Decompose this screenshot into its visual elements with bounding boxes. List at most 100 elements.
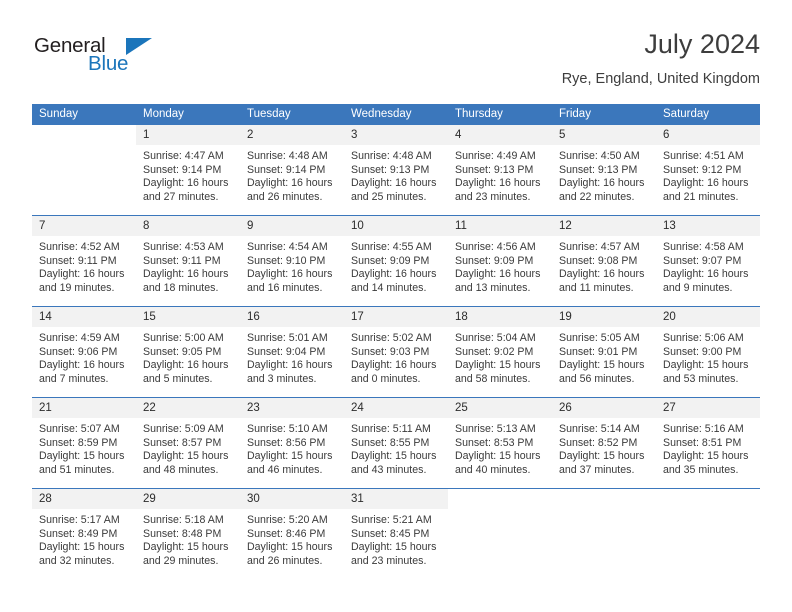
day-detail-line: Sunset: 9:09 PM [455, 254, 534, 267]
day-detail-line: and 9 minutes. [663, 281, 733, 294]
calendar-day-cell[interactable]: 21 Sunrise: 5:07 AM Sunset: 8:59 PM Dayligh… [32, 397, 136, 489]
day-detail-line: Sunrise: 4:58 AM [663, 241, 744, 253]
day-number: 16 [240, 307, 344, 327]
day-detail-line: and 37 minutes. [559, 463, 635, 476]
calendar-page: General Blue July 2024 Rye, England, Uni… [0, 0, 792, 612]
calendar-day-cell-empty [448, 488, 552, 579]
weekday-header-row: Sunday Monday Tuesday Wednesday Thursday Frid… [32, 104, 760, 125]
day-detail-line: and 16 minutes. [247, 281, 323, 294]
day-number: 19 [552, 307, 656, 327]
calendar-day-cell[interactable]: 17 Sunrise: 5:02 AM Sunset: 9:03 PM Dayligh… [344, 306, 448, 398]
calendar-day-cell[interactable]: 28 Sunrise: 5:17 AM Sunset: 8:49 PM Dayligh… [32, 488, 136, 579]
day-detail-line: Sunrise: 4:51 AM [663, 150, 744, 162]
calendar-day-cell[interactable]: 1 Sunrise: 4:47 AM Sunset: 9:14 PM Daylight… [136, 125, 240, 216]
day-detail-line: and 22 minutes. [559, 190, 635, 203]
day-detail-line: Daylight: 15 hours [247, 450, 333, 463]
day-number: 7 [32, 216, 136, 236]
day-detail-line: Daylight: 16 hours [455, 177, 541, 190]
day-number: 22 [136, 398, 240, 418]
day-detail-line: Daylight: 15 hours [39, 541, 125, 554]
calendar-day-cell[interactable]: 30 Sunrise: 5:20 AM Sunset: 8:46 PM Dayligh… [240, 488, 344, 579]
day-detail-line: Daylight: 15 hours [663, 450, 749, 463]
day-detail-line: and 46 minutes. [247, 463, 323, 476]
calendar-day-cell[interactable]: 16 Sunrise: 5:01 AM Sunset: 9:04 PM Dayligh… [240, 306, 344, 398]
calendar-day-cell[interactable]: 10 Sunrise: 4:55 AM Sunset: 9:09 PM Dayligh… [344, 215, 448, 307]
calendar-day-cell[interactable]: 8 Sunrise: 4:53 AM Sunset: 9:11 PM Daylight… [136, 215, 240, 307]
calendar-day-cell-empty [32, 125, 136, 216]
calendar-day-cell[interactable]: 7 Sunrise: 4:52 AM Sunset: 9:11 PM Daylight… [32, 215, 136, 307]
day-detail-line: Daylight: 16 hours [351, 177, 437, 190]
calendar-day-cell[interactable]: 15 Sunrise: 5:00 AM Sunset: 9:05 PM Dayligh… [136, 306, 240, 398]
day-detail-lines: Sunrise: 4:51 AM Sunset: 9:12 PM Daylight:… [656, 145, 760, 204]
calendar-day-cell[interactable]: 13 Sunrise: 4:58 AM Sunset: 9:07 PM Dayligh… [656, 215, 760, 307]
calendar-day-cell-empty [552, 488, 656, 579]
calendar-day-cell[interactable]: 31 Sunrise: 5:21 AM Sunset: 8:45 PM Dayligh… [344, 488, 448, 579]
day-detail-lines [656, 509, 760, 514]
calendar-day-cell[interactable]: 27 Sunrise: 5:16 AM Sunset: 8:51 PM Dayligh… [656, 397, 760, 489]
calendar-day-cell[interactable]: 29 Sunrise: 5:18 AM Sunset: 8:48 PM Dayligh… [136, 488, 240, 579]
calendar-day-cell[interactable]: 6 Sunrise: 4:51 AM Sunset: 9:12 PM Daylight… [656, 125, 760, 216]
day-cell-inner: 21 Sunrise: 5:07 AM Sunset: 8:59 PM Dayligh… [32, 398, 136, 488]
calendar-day-cell[interactable]: 12 Sunrise: 4:57 AM Sunset: 9:08 PM Dayligh… [552, 215, 656, 307]
calendar-day-cell[interactable]: 18 Sunrise: 5:04 AM Sunset: 9:02 PM Dayligh… [448, 306, 552, 398]
day-detail-lines: Sunrise: 4:55 AM Sunset: 9:09 PM Daylight:… [344, 236, 448, 295]
day-detail-line: Daylight: 16 hours [143, 359, 229, 372]
day-detail-line: and 32 minutes. [39, 554, 115, 567]
day-detail-line: and 11 minutes. [559, 281, 634, 294]
day-detail-line: Daylight: 16 hours [247, 359, 333, 372]
calendar-day-cell[interactable]: 11 Sunrise: 4:56 AM Sunset: 9:09 PM Dayligh… [448, 215, 552, 307]
day-detail-line: Sunset: 8:52 PM [559, 436, 638, 449]
day-detail-lines: Sunrise: 4:49 AM Sunset: 9:13 PM Daylight:… [448, 145, 552, 204]
calendar-day-cell[interactable]: 3 Sunrise: 4:48 AM Sunset: 9:13 PM Daylight… [344, 125, 448, 216]
day-detail-line: Sunset: 9:12 PM [663, 163, 742, 176]
day-detail-line: Sunset: 8:48 PM [143, 527, 222, 540]
day-detail-line: Daylight: 15 hours [559, 450, 645, 463]
calendar-day-cell[interactable]: 24 Sunrise: 5:11 AM Sunset: 8:55 PM Dayligh… [344, 397, 448, 489]
day-cell-inner: 31 Sunrise: 5:21 AM Sunset: 8:45 PM Dayligh… [344, 489, 448, 579]
day-detail-line: and 26 minutes. [247, 190, 323, 203]
calendar-week-row: 14 Sunrise: 4:59 AM Sunset: 9:06 PM Dayligh… [32, 306, 760, 398]
calendar-day-cell[interactable]: 4 Sunrise: 4:49 AM Sunset: 9:13 PM Daylight… [448, 125, 552, 216]
day-detail-lines: Sunrise: 5:20 AM Sunset: 8:46 PM Daylight:… [240, 509, 344, 568]
page-header: General Blue July 2024 Rye, England, Uni… [32, 28, 760, 100]
calendar-day-cell[interactable]: 26 Sunrise: 5:14 AM Sunset: 8:52 PM Dayligh… [552, 397, 656, 489]
day-detail-line: Daylight: 15 hours [39, 450, 125, 463]
calendar-day-cell[interactable]: 2 Sunrise: 4:48 AM Sunset: 9:14 PM Daylight… [240, 125, 344, 216]
day-number: 14 [32, 307, 136, 327]
day-detail-line: Sunset: 8:56 PM [247, 436, 326, 449]
day-detail-line: Sunrise: 5:17 AM [39, 514, 120, 526]
weekday-header-monday: Monday [136, 104, 240, 125]
day-detail-lines: Sunrise: 5:09 AM Sunset: 8:57 PM Daylight:… [136, 418, 240, 477]
day-detail-lines: Sunrise: 4:59 AM Sunset: 9:06 PM Daylight:… [32, 327, 136, 386]
day-cell-inner: 22 Sunrise: 5:09 AM Sunset: 8:57 PM Dayligh… [136, 398, 240, 488]
day-detail-line: Sunset: 9:14 PM [143, 163, 222, 176]
day-detail-line: Daylight: 15 hours [351, 450, 437, 463]
calendar-day-cell[interactable]: 14 Sunrise: 4:59 AM Sunset: 9:06 PM Dayligh… [32, 306, 136, 398]
day-detail-line: Sunrise: 5:07 AM [39, 423, 120, 435]
day-detail-lines: Sunrise: 5:05 AM Sunset: 9:01 PM Daylight:… [552, 327, 656, 386]
weekday-header-friday: Friday [552, 104, 656, 125]
day-cell-inner: 27 Sunrise: 5:16 AM Sunset: 8:51 PM Dayligh… [656, 398, 760, 488]
day-detail-line: Daylight: 15 hours [247, 541, 333, 554]
day-detail-line: and 40 minutes. [455, 463, 531, 476]
day-detail-line: Daylight: 15 hours [351, 541, 437, 554]
day-detail-line: and 7 minutes. [39, 372, 109, 385]
calendar-day-cell[interactable]: 23 Sunrise: 5:10 AM Sunset: 8:56 PM Dayligh… [240, 397, 344, 489]
calendar-day-cell[interactable]: 25 Sunrise: 5:13 AM Sunset: 8:53 PM Dayligh… [448, 397, 552, 489]
day-detail-line: and 5 minutes. [143, 372, 213, 385]
day-number: 17 [344, 307, 448, 327]
day-detail-line: and 21 minutes. [663, 190, 739, 203]
day-detail-lines: Sunrise: 4:57 AM Sunset: 9:08 PM Daylight:… [552, 236, 656, 295]
day-detail-line: Sunset: 9:13 PM [351, 163, 430, 176]
day-cell-inner: 30 Sunrise: 5:20 AM Sunset: 8:46 PM Dayligh… [240, 489, 344, 579]
day-detail-line: Daylight: 16 hours [143, 268, 229, 281]
day-detail-line: Sunset: 9:02 PM [455, 345, 534, 358]
calendar-day-cell[interactable]: 20 Sunrise: 5:06 AM Sunset: 9:00 PM Dayligh… [656, 306, 760, 398]
day-cell-inner: 7 Sunrise: 4:52 AM Sunset: 9:11 PM Daylight… [32, 216, 136, 306]
calendar-day-cell[interactable]: 5 Sunrise: 4:50 AM Sunset: 9:13 PM Daylight… [552, 125, 656, 216]
calendar-day-cell[interactable]: 19 Sunrise: 5:05 AM Sunset: 9:01 PM Dayligh… [552, 306, 656, 398]
day-detail-line: Sunset: 9:08 PM [559, 254, 638, 267]
calendar-day-cell[interactable]: 22 Sunrise: 5:09 AM Sunset: 8:57 PM Dayligh… [136, 397, 240, 489]
calendar-day-cell[interactable]: 9 Sunrise: 4:54 AM Sunset: 9:10 PM Daylight… [240, 215, 344, 307]
day-detail-lines: Sunrise: 5:16 AM Sunset: 8:51 PM Daylight:… [656, 418, 760, 477]
